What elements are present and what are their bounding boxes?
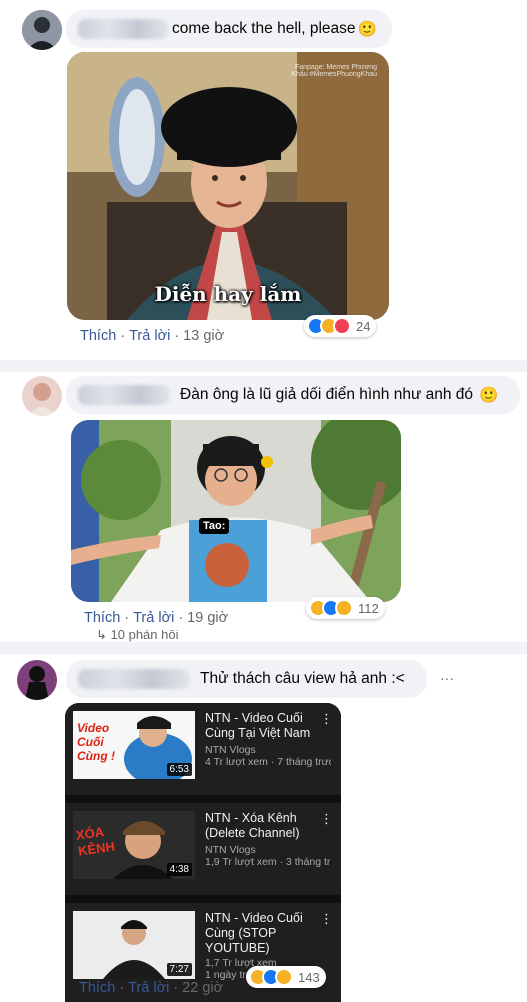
reply-link[interactable]: Trả lời — [128, 980, 169, 996]
separator: · — [173, 980, 179, 996]
separator: · — [178, 610, 184, 626]
more-replies-icon: ↳ — [96, 630, 111, 642]
more-replies-text: 10 phản hồi — [110, 630, 179, 642]
video-meta: 4 Tr lượt xem · 7 tháng trước — [205, 756, 331, 768]
video-menu-icon[interactable]: ⋮ — [320, 711, 333, 727]
author-name-blurred[interactable] — [78, 19, 168, 39]
comment-actions: Thích · Trả lời · 13 giờ — [80, 328, 224, 344]
comment-text: Đàn ông là lũ giả dối điển hình như anh … — [180, 386, 474, 403]
video-thumbnail[interactable]: 7:27 — [73, 911, 195, 979]
reply-link[interactable]: Trả lời — [129, 328, 170, 344]
reaction-count: 24 — [356, 318, 371, 334]
separator: · — [120, 328, 126, 344]
like-link[interactable]: Thích — [79, 980, 115, 996]
video-duration: 6:53 — [166, 763, 192, 776]
video-duration: 7:27 — [166, 963, 192, 976]
video-title[interactable]: NTN - Video Cuối Cùng Tại Việt Nam — [205, 711, 323, 741]
user-avatar-icon — [22, 10, 62, 50]
comment-actions: Thích · Trả lời · 19 giờ — [84, 610, 228, 626]
divider — [0, 642, 527, 654]
reaction-count: 143 — [298, 969, 320, 985]
more-replies-link[interactable]: ↳ 10 phản hồi — [96, 630, 178, 642]
reply-link[interactable]: Trả lời — [133, 610, 174, 626]
reaction-summary[interactable]: 143 — [246, 966, 326, 988]
timestamp[interactable]: 13 giờ — [183, 328, 224, 344]
video-menu-icon[interactable]: ⋮ — [320, 911, 333, 927]
separator: · — [124, 610, 130, 626]
user-avatar-icon — [17, 660, 57, 700]
video-item[interactable]: Video Cuối Cùng ! 6:53 NTN - Video Cuối … — [65, 703, 341, 795]
separator: · — [119, 980, 125, 996]
comment-1: come back the hell, please 🙂 Fanpage: Me… — [0, 0, 527, 360]
comment-bubble: Thử thách câu view hả anh :< — [66, 660, 427, 698]
thumbnail-text: Video Cuối Cùng ! — [77, 721, 115, 763]
sticker-label: Tao: — [199, 518, 230, 534]
image-caption: Diễn hay lắm — [154, 282, 302, 306]
separator: · — [174, 328, 180, 344]
video-duration: 4:38 — [166, 863, 192, 876]
avatar[interactable] — [22, 376, 62, 416]
comment-bubble: come back the hell, please 🙂 — [66, 10, 392, 48]
emoji-icon: 🙂 — [357, 20, 377, 38]
video-meta: 1,9 Tr lượt xem · 3 tháng trư... — [205, 856, 331, 868]
comment-image[interactable]: Tao: — [71, 420, 401, 602]
sad-icon — [335, 599, 353, 617]
meme-image — [67, 52, 389, 320]
youtube-screenshot[interactable]: Video Cuối Cùng ! 6:53 NTN - Video Cuối … — [65, 703, 341, 1002]
author-name-blurred[interactable] — [78, 669, 190, 689]
video-title[interactable]: NTN - Xóa Kênh (Delete Channel) — [205, 811, 323, 841]
avatar[interactable] — [22, 10, 62, 50]
video-menu-icon[interactable]: ⋮ — [320, 811, 333, 827]
love-icon — [333, 317, 351, 335]
like-link[interactable]: Thích — [84, 610, 120, 626]
comment-3: Thử thách câu view hả anh :< ··· Video C… — [0, 654, 527, 1002]
reaction-count: 112 — [358, 600, 379, 616]
video-divider — [65, 895, 341, 903]
sad-icon — [275, 968, 293, 986]
video-title[interactable]: NTN - Video Cuối Cùng (STOP YOUTUBE) — [205, 911, 323, 956]
comment-image[interactable]: Fanpage: Memes Phương Khấu #MemesPhuongK… — [67, 52, 389, 320]
video-divider — [65, 795, 341, 803]
meme-image — [71, 420, 401, 602]
comment-text: come back the hell, please — [172, 20, 356, 37]
comment-text: Thử thách câu view hả anh :< — [200, 670, 405, 687]
watermark-text: Fanpage: Memes Phương Khấu #MemesPhuongK… — [291, 64, 377, 78]
divider — [0, 360, 527, 372]
thumbnail-text: XÓA KÊNH — [74, 824, 116, 859]
comment-bubble: Đàn ông là lũ giả dối điển hình như anh … — [66, 376, 520, 414]
video-thumbnail[interactable]: XÓA KÊNH 4:38 — [73, 811, 195, 879]
like-link[interactable]: Thích — [80, 328, 116, 344]
video-thumbnail[interactable]: Video Cuối Cùng ! 6:53 — [73, 711, 195, 779]
author-name-blurred[interactable] — [78, 385, 170, 405]
more-options-icon[interactable]: ··· — [440, 670, 454, 686]
avatar[interactable] — [17, 660, 57, 700]
comment-2: Đàn ông là lũ giả dối điển hình như anh … — [0, 372, 527, 642]
user-avatar-icon — [22, 376, 62, 416]
reaction-summary[interactable]: 24 — [304, 315, 377, 337]
timestamp[interactable]: 22 giờ — [182, 980, 223, 996]
emoji-icon: 🙂 — [479, 386, 499, 404]
comment-actions: Thích · Trả lời · 22 giờ — [79, 980, 223, 996]
timestamp[interactable]: 19 giờ — [187, 610, 228, 626]
reaction-summary[interactable]: 112 — [306, 597, 385, 619]
video-item[interactable]: XÓA KÊNH 4:38 NTN - Xóa Kênh (Delete Cha… — [65, 803, 341, 895]
